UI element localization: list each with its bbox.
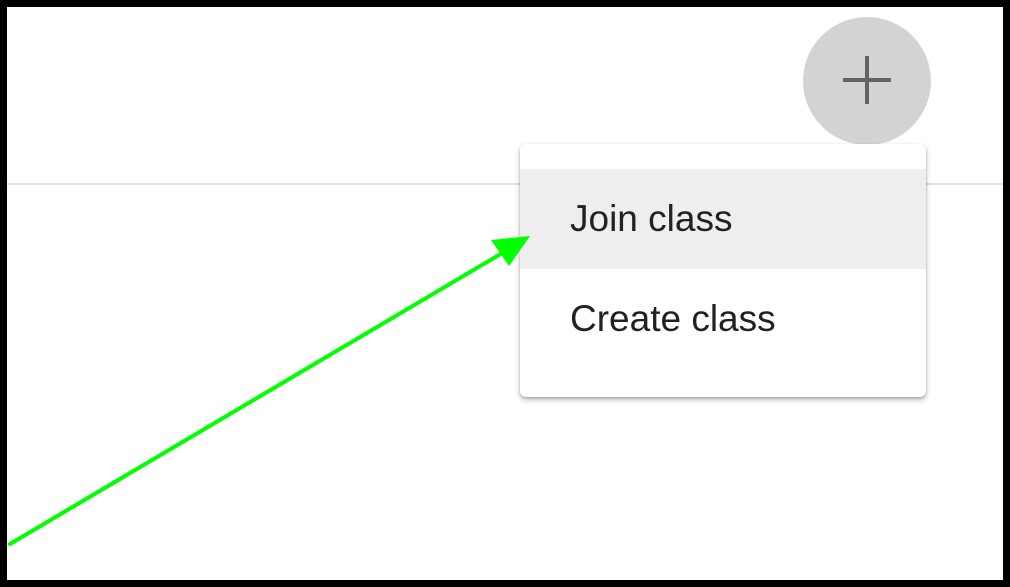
screenshot-frame: Join class Create class bbox=[0, 0, 1010, 587]
menu-item-create-class[interactable]: Create class bbox=[520, 269, 926, 369]
menu-item-label: Join class bbox=[570, 198, 733, 239]
menu-item-join-class[interactable]: Join class bbox=[520, 169, 926, 269]
add-class-button[interactable] bbox=[803, 17, 931, 145]
add-class-menu: Join class Create class bbox=[520, 144, 926, 397]
menu-item-label: Create class bbox=[570, 298, 776, 339]
plus-icon-vertical bbox=[865, 56, 869, 104]
